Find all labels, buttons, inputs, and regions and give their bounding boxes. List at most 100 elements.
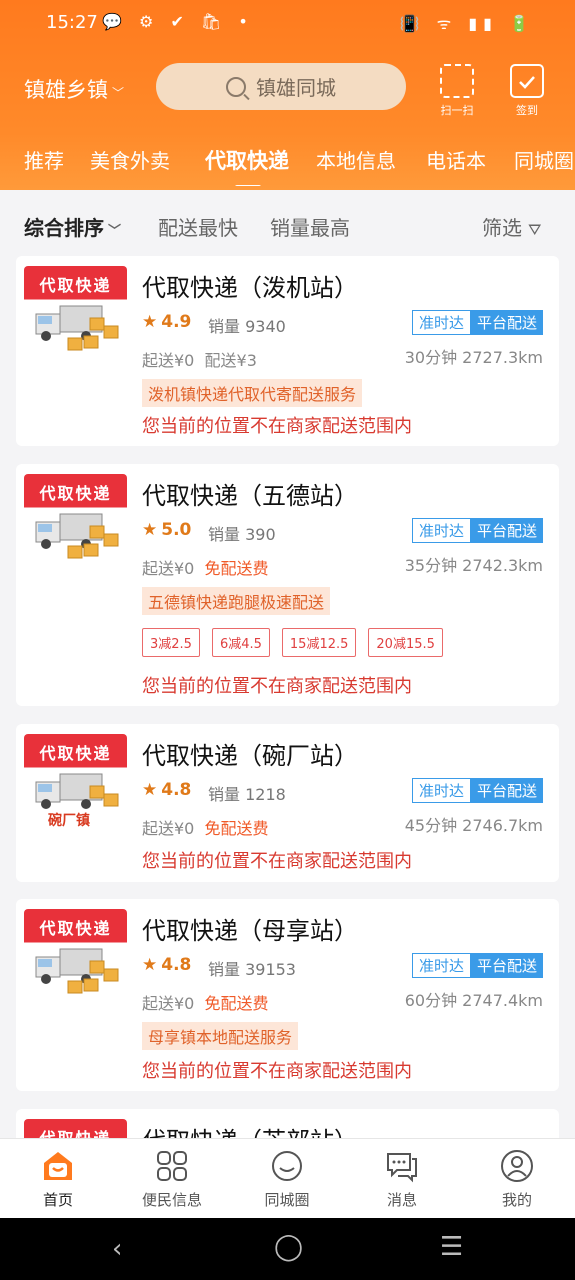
- shop-sales: 销量 1218: [208, 785, 286, 804]
- coupon-tag[interactable]: 15减12.5: [281, 628, 357, 657]
- delivery-badges: 准时达 平台配送: [411, 518, 543, 543]
- delivery-badges: 准时达 平台配送: [411, 310, 543, 335]
- filter-button[interactable]: 筛选 ⛛: [482, 212, 541, 241]
- delivery-badges: 准时达 平台配送: [411, 953, 543, 978]
- filter-label: 筛选: [482, 216, 522, 240]
- user-icon: [500, 1149, 534, 1183]
- recents-icon[interactable]: ☰: [440, 1232, 463, 1262]
- shop-thumbnail: 代取快递: [24, 474, 127, 578]
- star-icon: ★: [142, 955, 158, 975]
- chevron-down-icon: ﹀: [108, 224, 122, 239]
- shop-rating: ★ 5.0: [142, 520, 191, 540]
- home-circle-icon[interactable]: ◯: [274, 1232, 303, 1262]
- tab-city-circle[interactable]: 同城圈: [514, 145, 574, 174]
- rating-value: 4.8: [161, 955, 192, 975]
- tab-express-pickup[interactable]: 代取快递: [205, 145, 289, 186]
- promo-tag: 母享镇本地配送服务: [142, 1022, 299, 1050]
- sort-comprehensive[interactable]: 综合排序 ﹀: [24, 212, 121, 241]
- tab-recommend[interactable]: 推荐: [24, 145, 64, 174]
- nav-profile[interactable]: 我的: [467, 1149, 567, 1210]
- system-navigation-bar: ‹ ◯ ☰: [0, 1218, 575, 1280]
- delivery-truck-icon: [35, 305, 119, 351]
- status-time: 15:27: [46, 12, 98, 33]
- promo-tag: 五德镇快递跑腿极速配送: [142, 587, 331, 615]
- delivery-truck-icon: [35, 513, 119, 559]
- shop-card[interactable]: 代取快递 代取快递（母享站） ★ 4.8 销量 39153 起送¥0 免配送费 准…: [16, 899, 559, 1091]
- sort-top-sales[interactable]: 销量最高: [270, 212, 350, 241]
- out-of-range-warning: 您当前的位置不在商家配送范围内: [142, 1061, 412, 1082]
- shop-fees: 起送¥0 免配送费: [142, 555, 269, 579]
- platform-badge: 平台配送: [470, 953, 543, 978]
- shop-thumbnail: 代取快递 碗厂镇: [24, 734, 127, 838]
- funnel-icon: ⛛: [528, 220, 542, 239]
- tab-local-info[interactable]: 本地信息: [316, 145, 396, 174]
- on-time-badge: 准时达: [411, 953, 471, 978]
- shop-fees: 起送¥0 免配送费: [142, 990, 269, 1014]
- nav-messages[interactable]: 消息: [352, 1149, 452, 1210]
- time-distance: 60分钟 2747.4km: [404, 991, 543, 1010]
- min-order: 起送¥0: [142, 994, 195, 1013]
- thumb-title: 代取快递: [39, 744, 112, 763]
- shop-title: 代取快递（五德站）: [142, 482, 358, 510]
- shop-fees: 起送¥0 免配送费: [142, 815, 269, 839]
- delivery-truck-icon: [35, 948, 119, 994]
- delivery-fee: 免配送费: [204, 819, 269, 838]
- shop-title: 代取快递（泼机站）: [142, 274, 358, 302]
- back-icon[interactable]: ‹: [112, 1234, 122, 1264]
- nav-city-circle[interactable]: 同城圈: [237, 1149, 337, 1210]
- nav-home-label: 首页: [42, 1191, 73, 1209]
- shop-rating: ★ 4.8: [142, 780, 191, 800]
- shop-title: 代取快递（碗厂站）: [142, 742, 358, 770]
- shop-card[interactable]: 代取快递 代取快递（五德站） ★ 5.0 销量 390 起送¥0 免配送费 准时达…: [16, 464, 559, 706]
- coupon-tag[interactable]: 3减2.5: [142, 628, 200, 657]
- nav-services[interactable]: 便民信息: [122, 1149, 222, 1210]
- category-tabs: 推荐 美食外卖 代取快递 本地信息 电话本 同城圈: [0, 140, 575, 186]
- shop-card[interactable]: 代取快递 碗厂镇 代取快递（碗厂站） ★ 4.8 销量 1218 起送¥0 免配送…: [16, 724, 559, 882]
- nav-messages-label: 消息: [386, 1191, 417, 1209]
- shop-sales: 销量 9340: [208, 317, 286, 336]
- rating-value: 4.9: [161, 312, 192, 332]
- tab-food-delivery[interactable]: 美食外卖: [90, 145, 170, 174]
- out-of-range-warning: 您当前的位置不在商家配送范围内: [142, 851, 412, 872]
- checkin-button[interactable]: 签到: [502, 64, 552, 117]
- thumb-title: 代取快递: [39, 919, 112, 938]
- shop-title: 代取快递（母享站）: [142, 917, 358, 945]
- time-distance: 35分钟 2742.3km: [404, 556, 543, 575]
- sort-fastest[interactable]: 配送最快: [158, 212, 238, 241]
- delivery-badges: 准时达 平台配送: [411, 778, 543, 803]
- coupon-tag[interactable]: 20减15.5: [368, 628, 443, 657]
- shop-thumbnail: 代取快递: [24, 909, 127, 1013]
- time-distance: 30分钟 2727.3km: [404, 348, 543, 367]
- status-bar: 15:27 💬 ⚙ ✔ 🛍 • 📳 ᯤ ▮▮ 🔋: [0, 0, 575, 46]
- coupon-tag[interactable]: 6减4.5: [211, 628, 270, 657]
- smile-icon: [270, 1149, 304, 1183]
- checkin-label: 签到: [516, 104, 538, 117]
- nav-home[interactable]: 首页: [8, 1149, 108, 1210]
- shop-rating: ★ 4.9: [142, 312, 191, 332]
- platform-badge: 平台配送: [470, 518, 543, 543]
- scan-icon: [440, 64, 474, 98]
- bottom-navigation: 首页 便民信息 同城圈 消息 我的: [0, 1138, 575, 1219]
- shop-card[interactable]: 代取快递 代取快递（泼机站） ★ 4.9 销量 9340 起送¥0 配送¥3 准时…: [16, 256, 559, 446]
- scan-button[interactable]: 扫一扫: [432, 64, 482, 117]
- time-distance: 45分钟 2746.7km: [404, 816, 543, 835]
- chat-icon: [385, 1149, 419, 1183]
- min-order: 起送¥0: [142, 559, 195, 578]
- grid-icon: [155, 1149, 189, 1183]
- location-selector[interactable]: 镇雄乡镇 ﹀: [24, 74, 124, 104]
- min-order: 起送¥0: [142, 351, 195, 370]
- thumb-title: 代取快递: [39, 276, 112, 295]
- delivery-fee: 免配送费: [204, 559, 269, 578]
- tab-phonebook[interactable]: 电话本: [426, 145, 486, 174]
- promo-tag: 泼机镇快递代取代寄配送服务: [142, 379, 363, 407]
- nav-profile-label: 我的: [501, 1191, 532, 1209]
- delivery-fee: 免配送费: [204, 994, 269, 1013]
- min-order: 起送¥0: [142, 819, 195, 838]
- star-icon: ★: [142, 520, 158, 540]
- search-bar[interactable]: 镇雄同城: [156, 63, 406, 110]
- on-time-badge: 准时达: [411, 310, 471, 335]
- sort-bar: 综合排序 ﹀ 配送最快 销量最高 筛选 ⛛: [0, 190, 575, 254]
- search-placeholder: 镇雄同城: [256, 76, 336, 100]
- thumb-title: 代取快递: [39, 484, 112, 503]
- town-label: 碗厂镇: [48, 813, 90, 829]
